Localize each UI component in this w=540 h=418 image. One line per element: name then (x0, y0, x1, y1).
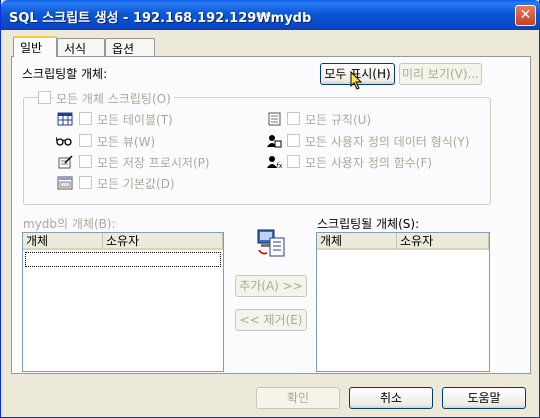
close-button[interactable]: ✕ (515, 5, 536, 26)
all-defaults-label: 모든 기본값(D) (97, 177, 175, 191)
all-views-checkbox[interactable] (79, 134, 92, 147)
script-all-objects-checkbox[interactable] (38, 91, 51, 104)
table-icon (57, 112, 73, 126)
all-tables-checkbox[interactable] (79, 112, 92, 125)
cancel-button[interactable]: 취소 (349, 387, 433, 409)
source-column-owner[interactable]: 소유자 (103, 233, 223, 250)
remove-button[interactable]: << 제거(E) (235, 309, 307, 331)
ok-button[interactable]: 확인 (256, 387, 340, 409)
target-objects-list[interactable]: 개체 소유자 (316, 232, 490, 372)
dialog-window: SQL 스크립트 생성 - 192.168.192.129₩mydb ✕ 일반 … (0, 0, 540, 418)
window-title: SQL 스크립트 생성 - 192.168.192.129₩mydb (9, 11, 312, 26)
all-stored-procedures-label: 모든 저장 프로시저(P) (97, 156, 210, 170)
target-column-owner[interactable]: 소유자 (397, 233, 489, 250)
all-user-defined-types-label: 모든 사용자 정의 데이터 형식(Y) (305, 135, 470, 149)
target-column-object[interactable]: 개체 (317, 233, 397, 250)
all-user-defined-functions-checkbox[interactable] (287, 155, 300, 168)
list-focus-row[interactable] (25, 252, 221, 267)
glasses-icon (56, 136, 72, 146)
title-bar[interactable]: SQL 스크립트 생성 - 192.168.192.129₩mydb ✕ (1, 0, 540, 30)
all-rules-checkbox[interactable] (287, 112, 300, 125)
all-rules-label: 모든 규칙(U) (305, 113, 372, 127)
close-icon: ✕ (519, 7, 532, 23)
target-objects-label: 스크립팅될 개체(S): (317, 217, 420, 231)
all-user-defined-functions-label: 모든 사용자 정의 함수(F) (305, 156, 433, 170)
all-stored-procedures-checkbox[interactable] (79, 155, 92, 168)
tab-general[interactable]: 일반 (13, 36, 57, 57)
mouse-cursor-icon (350, 71, 363, 90)
tab-options[interactable]: 옵션 (105, 38, 155, 56)
generate-script-icon (257, 229, 285, 257)
script-all-group (23, 97, 491, 205)
help-button[interactable]: 도움말 (442, 387, 526, 409)
all-user-defined-types-checkbox[interactable] (287, 134, 300, 147)
preview-button[interactable]: 미리 보기(V)... (399, 63, 482, 85)
user-defined-function-icon: fx (267, 156, 282, 169)
all-defaults-checkbox[interactable] (79, 176, 92, 189)
rule-icon (268, 112, 281, 126)
all-views-label: 모든 뷰(W) (97, 135, 156, 149)
source-objects-list[interactable]: 개체 소유자 (22, 232, 224, 372)
source-objects-label: mydb의 개체(B): (23, 217, 116, 231)
svg-text:fx: fx (276, 162, 282, 169)
tab-format[interactable]: 서식 (57, 38, 105, 56)
default-icon (57, 176, 73, 190)
add-button[interactable]: 추가(A) >> (235, 275, 307, 297)
all-tables-label: 모든 테이블(T) (97, 113, 173, 127)
objects-to-script-label: 스크립팅할 개체: (22, 67, 108, 81)
source-column-object[interactable]: 개체 (23, 233, 103, 250)
stored-procedure-icon (58, 155, 73, 169)
script-all-objects-label: 모든 개체 스크립팅(O) (53, 90, 174, 107)
user-defined-type-icon (267, 135, 282, 148)
